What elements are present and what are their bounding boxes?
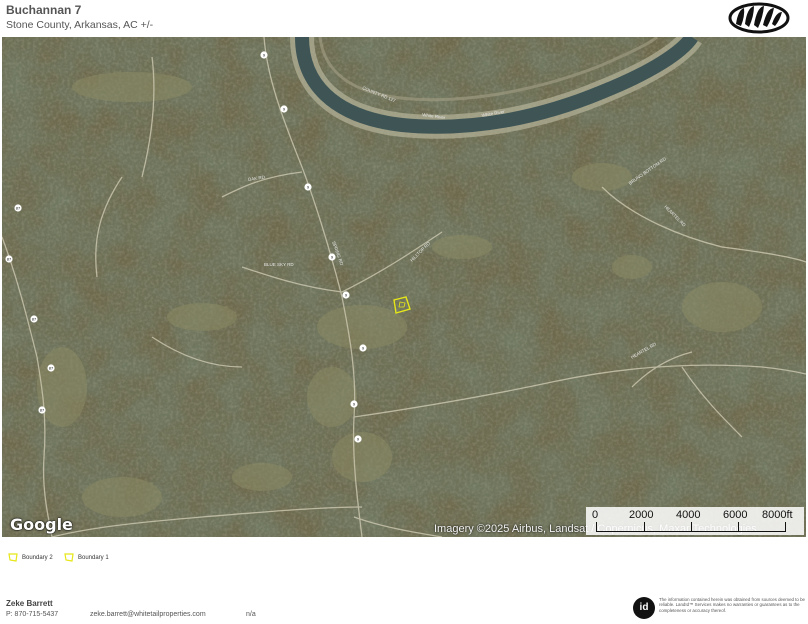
agent-extra: n/a — [246, 611, 256, 618]
svg-text:87: 87 — [40, 408, 45, 413]
page-title: Buchannan 7 — [6, 3, 82, 17]
landid-logo-icon: id — [633, 597, 655, 619]
svg-text:87: 87 — [32, 317, 37, 322]
scale-label: 2000 — [629, 509, 654, 521]
route-shield-icon: 9 — [260, 51, 268, 59]
scale-line — [596, 522, 786, 532]
footer: Zeke Barrett P: 870-715-5437 zeke.barret… — [0, 596, 808, 624]
page-subtitle: Stone County, Arkansas, AC +/- — [6, 19, 154, 31]
legend-label: Boundary 2 — [22, 554, 53, 561]
svg-text:87: 87 — [49, 366, 54, 371]
route-shield-icon: 9 — [350, 400, 358, 408]
brand-logo-icon — [728, 2, 790, 34]
legend-item-boundary-2[interactable]: Boundary 2 — [8, 553, 53, 562]
legend-label: Boundary 1 — [78, 554, 109, 561]
satellite-imagery: COUNTY RD 127 White River White River HI… — [2, 37, 806, 537]
scale-labels: 0 2000 4000 6000 8000ft — [592, 509, 798, 523]
boundary-swatch-icon — [8, 553, 18, 562]
legend-item-boundary-1[interactable]: Boundary 1 — [64, 553, 109, 562]
route-shield-icon: 87 — [5, 255, 13, 263]
route-shield-icon: 87 — [30, 315, 38, 323]
scale-label: 0 — [592, 509, 599, 521]
route-shield-icon: 87 — [14, 204, 22, 212]
scale-label: 4000 — [676, 509, 701, 521]
route-shield-icon: 9 — [342, 291, 350, 299]
scale-bar: 0 2000 4000 6000 8000ft — [586, 507, 804, 535]
route-shield-icon: 9 — [280, 105, 288, 113]
route-shield-icon: 9 — [359, 344, 367, 352]
route-shield-icon: 87 — [47, 364, 55, 372]
satellite-map[interactable]: COUNTY RD 127 White River White River HI… — [2, 37, 806, 537]
scale-label: 8000ft — [762, 509, 793, 521]
svg-text:87: 87 — [16, 206, 21, 211]
route-shield-icon: 9 — [304, 183, 312, 191]
agent-name: Zeke Barrett — [6, 599, 53, 608]
scale-label: 6000 — [723, 509, 748, 521]
boundary-swatch-icon — [64, 553, 74, 562]
route-shield-icon: 87 — [38, 406, 46, 414]
route-shield-icon: 9 — [328, 253, 336, 261]
svg-text:87: 87 — [7, 257, 12, 262]
route-shield-icon: 9 — [354, 435, 362, 443]
agent-email[interactable]: zeke.barrett@whitetailproperties.com — [90, 611, 206, 618]
disclaimer: The information contained herein was obt… — [659, 597, 805, 613]
google-logo: Google — [10, 515, 73, 534]
road-label: BLUE SKY RD — [264, 262, 294, 267]
map-header: Buchannan 7 Stone County, Arkansas, AC +… — [0, 0, 808, 36]
agent-phone: P: 870-715-5437 — [6, 611, 59, 618]
